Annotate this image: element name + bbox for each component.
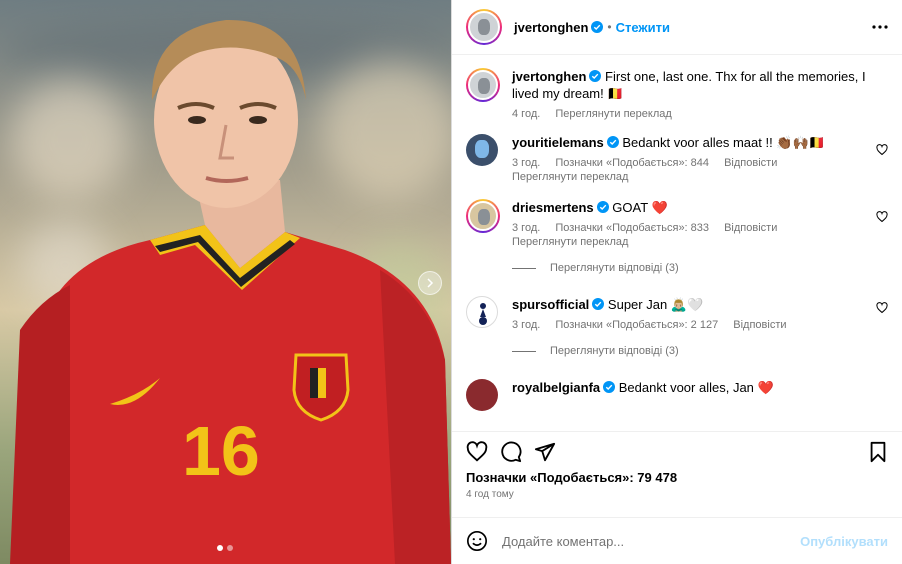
caption-translate-link[interactable]: Переглянути переклад <box>555 108 671 120</box>
more-options-icon[interactable] <box>872 25 888 29</box>
comment-text: Super Jan 🙇🏼‍♂️🤍 <box>607 297 704 312</box>
comment-reply-button[interactable]: Відповісти <box>733 319 786 331</box>
comment-time[interactable]: 3 год. <box>512 222 540 234</box>
like-heart-icon[interactable] <box>466 441 488 463</box>
comment-text: GOAT ❤️ <box>612 200 668 215</box>
post-side-panel: jvertonghen • Стежити jvertonghen First … <box>451 0 902 564</box>
view-replies-link[interactable]: Переглянути відповіді (3) <box>512 345 888 357</box>
follow-button[interactable]: Стежити <box>616 20 670 35</box>
carousel-dot-active <box>217 545 223 551</box>
comment-item: youritielemans Bedankt voor alles maat !… <box>466 134 888 183</box>
comment-translate-link[interactable]: Переглянути переклад <box>512 236 888 248</box>
verified-badge-icon <box>591 21 604 33</box>
caption-author-username[interactable]: jvertonghen <box>512 69 586 84</box>
comment-time[interactable]: 3 год. <box>512 157 540 169</box>
spurs-logo-icon <box>479 303 487 325</box>
commenter-username[interactable]: spursofficial <box>512 297 589 312</box>
post-timestamp[interactable]: 4 год тому <box>466 489 888 500</box>
post-likes-count[interactable]: Позначки «Подобається»: 79 478 <box>466 470 888 485</box>
commenter-username[interactable]: royalbelgianfa <box>512 380 600 395</box>
commenter-avatar[interactable] <box>466 296 498 328</box>
author-avatar[interactable] <box>466 9 502 45</box>
share-send-icon[interactable] <box>534 441 556 463</box>
post-header: jvertonghen • Стежити <box>452 0 902 55</box>
verified-badge-icon <box>603 381 616 393</box>
commenter-username[interactable]: driesmertens <box>512 200 594 215</box>
post-caption: jvertonghen First one, last one. Thx for… <box>466 68 888 120</box>
carousel-indicator <box>217 545 233 551</box>
post-dialog: 16 jvertonghen • Стежити jvertonghen Fir… <box>0 0 902 564</box>
comment-like-heart-icon[interactable] <box>876 211 888 223</box>
post-photo[interactable]: 16 <box>0 0 451 564</box>
commenter-avatar[interactable] <box>466 379 498 411</box>
comment-item: royalbelgianfa Bedankt voor alles, Jan ❤… <box>466 379 888 411</box>
svg-text:16: 16 <box>182 412 260 490</box>
chevron-right-icon <box>427 278 434 288</box>
comment-likes[interactable]: Позначки «Подобається»: 833 <box>555 222 709 234</box>
author-username[interactable]: jvertonghen <box>514 20 588 35</box>
caption-author-avatar[interactable] <box>466 68 500 102</box>
carousel-next-button[interactable] <box>418 271 442 295</box>
player-illustration: 16 <box>10 19 451 564</box>
verified-badge-icon <box>589 70 602 82</box>
post-actions: Позначки «Подобається»: 79 478 4 год том… <box>452 431 902 500</box>
comment-input[interactable] <box>502 533 801 549</box>
caption-time[interactable]: 4 год. <box>512 108 540 120</box>
commenter-username[interactable]: youritielemans <box>512 135 604 150</box>
comment-reply-button[interactable]: Відповісти <box>724 222 777 234</box>
comment-text: Bedankt voor alles maat !! 👏🏾🙌🏾🇧🇪 <box>622 135 825 150</box>
commenter-avatar[interactable] <box>466 199 500 233</box>
comment-translate-link[interactable]: Переглянути переклад <box>512 171 888 183</box>
carousel-dot <box>227 545 233 551</box>
comment-text: Bedankt voor alles, Jan ❤️ <box>618 380 774 395</box>
comment-like-heart-icon[interactable] <box>876 302 888 314</box>
verified-badge-icon <box>592 298 605 310</box>
verified-badge-icon <box>606 136 619 148</box>
comment-like-heart-icon[interactable] <box>876 144 888 156</box>
verified-badge-icon <box>596 201 609 213</box>
publish-button[interactable]: Опублікувати <box>800 534 888 549</box>
comment-reply-button[interactable]: Відповісти <box>724 157 777 169</box>
comment-item: spursofficial Super Jan 🙇🏼‍♂️🤍 3 год. По… <box>466 296 888 331</box>
commenter-avatar[interactable] <box>466 134 498 166</box>
view-replies-link[interactable]: Переглянути відповіді (3) <box>512 262 888 274</box>
bookmark-icon[interactable] <box>868 441 888 463</box>
header-separator: • <box>607 20 612 34</box>
comment-time[interactable]: 3 год. <box>512 319 540 331</box>
comment-item: driesmertens GOAT ❤️ 3 год. Позначки «По… <box>466 199 888 248</box>
add-comment-bar: Опублікувати <box>452 517 902 564</box>
comment-icon[interactable] <box>500 441 522 463</box>
comment-likes[interactable]: Позначки «Подобається»: 2 127 <box>555 319 718 331</box>
comments-list[interactable]: jvertonghen First one, last one. Thx for… <box>452 56 902 430</box>
emoji-picker-icon[interactable] <box>466 530 488 552</box>
comment-likes[interactable]: Позначки «Подобається»: 844 <box>555 157 709 169</box>
